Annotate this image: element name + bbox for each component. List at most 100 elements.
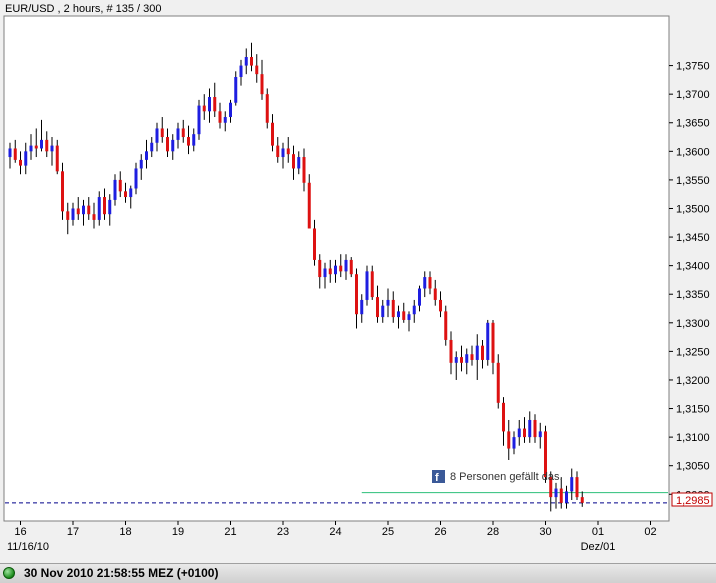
candle-body (71, 208, 75, 220)
candle-body (139, 159, 143, 169)
candle-body (318, 259, 322, 278)
candle-body (108, 199, 112, 215)
candle-body (423, 277, 427, 289)
candle-body (339, 265, 343, 272)
candle (486, 319, 490, 366)
candle-body (286, 148, 290, 155)
y-tick-label: 1,3300 (676, 318, 710, 330)
candle-body (171, 139, 175, 152)
candle-body (580, 497, 584, 503)
candle-body (55, 145, 59, 172)
candle-body (433, 288, 437, 300)
candle-body (444, 311, 448, 340)
candle-body (92, 214, 96, 220)
candle-body (402, 311, 406, 320)
candle-body (192, 134, 196, 146)
candle-body (323, 268, 327, 278)
candle-body (313, 228, 316, 260)
candle-body (517, 428, 521, 438)
candle-body (250, 57, 253, 66)
candle-body (381, 305, 385, 318)
candle-body (334, 265, 337, 275)
candle-body (239, 65, 243, 78)
x-tick-label: 21 (224, 526, 236, 538)
candle-body (512, 437, 516, 449)
candle-body (202, 105, 206, 112)
candle-body (491, 322, 495, 363)
y-tick-label: 1,3150 (676, 404, 710, 416)
candle-body (565, 491, 568, 503)
candle-body (255, 65, 259, 75)
x-tick-label: 23 (277, 526, 289, 538)
candle-body (276, 145, 280, 158)
candle-body (533, 419, 537, 438)
candle-body (19, 159, 22, 166)
candle-body (260, 74, 264, 95)
x-date-label-start: 11/16/10 (7, 541, 49, 553)
candle-body (66, 211, 70, 220)
candle-body (113, 179, 117, 200)
x-tick-label: 26 (434, 526, 446, 538)
x-tick-label: 30 (539, 526, 551, 538)
candle (265, 88, 269, 129)
candle-body (40, 139, 43, 149)
candle-body (570, 477, 574, 492)
candle-body (181, 128, 185, 138)
candle-body (29, 145, 33, 152)
candle (61, 162, 64, 220)
x-tick-label: 24 (329, 526, 341, 538)
svg-text:f: f (435, 472, 439, 484)
y-tick-label: 1,3600 (676, 146, 710, 158)
last-price-label: 1,2985 (676, 495, 710, 507)
candle-body (412, 305, 416, 315)
x-tick-label: 17 (67, 526, 79, 538)
connection-indicator-icon (3, 567, 15, 579)
candle-body (197, 105, 201, 135)
candle-body (244, 57, 248, 66)
candle-body (376, 297, 379, 318)
candle-body (234, 77, 238, 103)
candle-body (150, 142, 154, 152)
candle-body (160, 128, 164, 138)
candle-body (103, 197, 106, 215)
candle-body (134, 168, 138, 189)
candle-body (265, 94, 269, 123)
candle-body (302, 157, 306, 183)
candle-body (365, 271, 369, 300)
y-tick-label: 1,3450 (676, 232, 710, 244)
candle-body (281, 148, 285, 158)
candle-body (397, 311, 400, 318)
candle-body (24, 151, 28, 166)
candlestick-chart: EUR/USD , 2 hours, # 135 / 300 16 17 18 19 2… (0, 0, 716, 563)
candle-body (61, 171, 64, 212)
y-tick-label: 1,3050 (676, 461, 710, 473)
x-tick-label: 18 (119, 526, 131, 538)
x-tick-label: 28 (487, 526, 499, 538)
last-price-tag: 1,2985 (671, 492, 713, 507)
candle-body (45, 139, 49, 152)
x-tick-label: 02 (644, 526, 656, 538)
candle-body (50, 145, 54, 152)
candle-body (496, 362, 500, 403)
y-tick-label: 1,3750 (676, 61, 710, 73)
chart-title: EUR/USD , 2 hours, # 135 / 300 (5, 3, 162, 15)
facebook-like-badge[interactable]: f 8 Personen gefällt das. (432, 470, 563, 484)
x-tick-label: 25 (382, 526, 394, 538)
candle-body (528, 419, 532, 438)
y-tick-label: 1,3250 (676, 346, 710, 358)
candle-body (208, 97, 211, 112)
y-tick-label: 1,3200 (676, 375, 710, 387)
candle-body (8, 148, 12, 158)
candle-body (118, 179, 122, 192)
candle-body (481, 345, 484, 360)
candle-body (507, 431, 511, 449)
candle-body (307, 182, 311, 229)
candle-body (502, 402, 505, 432)
candle-body (360, 299, 364, 315)
candle-body (223, 117, 227, 123)
y-tick-label: 1,3500 (676, 203, 710, 215)
candle (444, 305, 448, 346)
facebook-like-text: 8 Personen gefällt das. (450, 471, 563, 483)
candle-body (229, 102, 232, 118)
candle-body (218, 111, 222, 123)
